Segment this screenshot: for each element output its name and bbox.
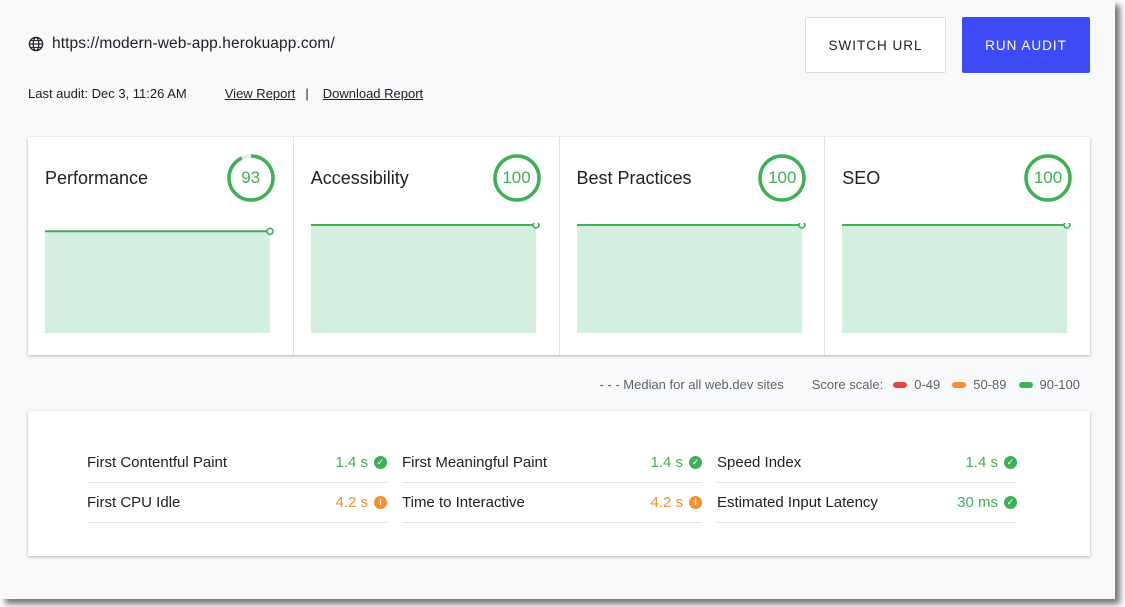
app-frame: https://modern-web-app.herokuapp.com/ SW… bbox=[0, 0, 1115, 599]
metric-value: 1.4 s bbox=[965, 454, 998, 471]
average-swatch bbox=[952, 381, 967, 388]
metrics-card: First Contentful Paint 1.4 s ✓ First Mea… bbox=[28, 411, 1090, 556]
trend-point bbox=[531, 223, 540, 229]
score-title: Performance bbox=[45, 168, 149, 188]
scores-card: Performance 93 Accessibility 100 Best Pr… bbox=[28, 137, 1090, 355]
site-url: https://modern-web-app.herokuapp.com/ bbox=[52, 35, 335, 52]
trend-area bbox=[45, 231, 270, 333]
legend-label: 90-100 bbox=[1039, 377, 1080, 392]
score-legend: - - - Median for all web.dev sites Score… bbox=[599, 377, 1080, 392]
score-panel-performance[interactable]: Performance 93 bbox=[28, 137, 294, 355]
score-title: Best Practices bbox=[576, 168, 692, 188]
metric-label: Time to Interactive bbox=[402, 494, 525, 511]
trend-area bbox=[842, 225, 1068, 333]
trend-area bbox=[576, 225, 802, 333]
metric-value-group: 1.4 s ✓ bbox=[335, 454, 387, 471]
switch-url-button[interactable]: SWITCH URL bbox=[805, 17, 946, 73]
metric-value: 30 ms bbox=[957, 494, 998, 511]
metric-value: 4.2 s bbox=[335, 494, 368, 511]
score-trend-chart bbox=[310, 223, 540, 333]
check-icon: ✓ bbox=[374, 456, 387, 469]
legend-item-good: 90-100 bbox=[1018, 377, 1080, 392]
score-trend-chart bbox=[576, 223, 806, 333]
score-value: 100 bbox=[768, 168, 797, 187]
metric-first-meaningful-paint[interactable]: First Meaningful Paint 1.4 s ✓ bbox=[402, 443, 702, 483]
score-panel-best-practices[interactable]: Best Practices 100 bbox=[560, 137, 826, 355]
metric-first-cpu-idle[interactable]: First CPU Idle 4.2 s i bbox=[87, 483, 387, 523]
score-title: Accessibility bbox=[310, 168, 409, 188]
trend-area bbox=[310, 225, 536, 333]
download-report-link[interactable]: Download Report bbox=[323, 86, 423, 101]
metric-value-group: 1.4 s ✓ bbox=[650, 454, 702, 471]
metric-value: 4.2 s bbox=[650, 494, 683, 511]
score-trend-chart bbox=[842, 223, 1072, 333]
legend-item-poor: 0-49 bbox=[893, 377, 940, 392]
score-value: 100 bbox=[502, 168, 531, 187]
check-icon: ✓ bbox=[689, 456, 702, 469]
metric-value-group: 30 ms ✓ bbox=[957, 494, 1017, 511]
score-title: SEO bbox=[842, 168, 881, 188]
median-legend: - - - Median for all web.dev sites bbox=[599, 377, 784, 392]
metric-first-contentful-paint[interactable]: First Contentful Paint 1.4 s ✓ bbox=[87, 443, 387, 483]
metric-value-group: 4.2 s i bbox=[335, 494, 387, 511]
view-report-link[interactable]: View Report bbox=[225, 86, 296, 101]
last-audit-text: Last audit: Dec 3, 11:26 AM bbox=[28, 86, 187, 101]
metric-value: 1.4 s bbox=[335, 454, 368, 471]
legend-item-average: 50-89 bbox=[952, 377, 1007, 392]
metric-time-to-interactive[interactable]: Time to Interactive 4.2 s i bbox=[402, 483, 702, 523]
check-icon: ✓ bbox=[1004, 496, 1017, 509]
metric-value-group: 1.4 s ✓ bbox=[965, 454, 1017, 471]
score-value: 93 bbox=[241, 168, 261, 187]
score-scale-label: Score scale: bbox=[811, 377, 884, 392]
run-audit-button[interactable]: RUN AUDIT bbox=[962, 17, 1090, 73]
info-icon: i bbox=[689, 496, 702, 509]
metric-label: First Contentful Paint bbox=[87, 454, 228, 471]
metric-estimated-input-latency[interactable]: Estimated Input Latency 30 ms ✓ bbox=[717, 483, 1017, 523]
legend-label: 50-89 bbox=[973, 377, 1007, 392]
trend-point bbox=[1063, 223, 1072, 229]
metric-label: First Meaningful Paint bbox=[402, 454, 548, 471]
metric-label: First CPU Idle bbox=[87, 494, 181, 511]
score-trend-chart bbox=[45, 227, 274, 333]
last-audit-row: Last audit: Dec 3, 11:26 AM View Report … bbox=[28, 86, 423, 101]
info-icon: i bbox=[374, 496, 387, 509]
metric-label: Estimated Input Latency bbox=[717, 494, 878, 511]
good-swatch bbox=[1018, 381, 1033, 388]
metric-label: Speed Index bbox=[717, 454, 802, 471]
link-separator: | bbox=[305, 86, 309, 101]
score-panel-seo[interactable]: SEO 100 bbox=[825, 137, 1090, 355]
site-url-row: https://modern-web-app.herokuapp.com/ bbox=[28, 35, 335, 53]
trend-point bbox=[266, 227, 274, 236]
globe-icon bbox=[28, 36, 44, 52]
poor-swatch bbox=[893, 381, 908, 388]
trend-point bbox=[797, 223, 806, 229]
metric-value-group: 4.2 s i bbox=[650, 494, 702, 511]
metric-value: 1.4 s bbox=[650, 454, 683, 471]
metric-speed-index[interactable]: Speed Index 1.4 s ✓ bbox=[717, 443, 1017, 483]
legend-label: 0-49 bbox=[914, 377, 941, 392]
check-icon: ✓ bbox=[1004, 456, 1017, 469]
score-panel-accessibility[interactable]: Accessibility 100 bbox=[294, 137, 560, 355]
score-value: 100 bbox=[1033, 168, 1063, 187]
